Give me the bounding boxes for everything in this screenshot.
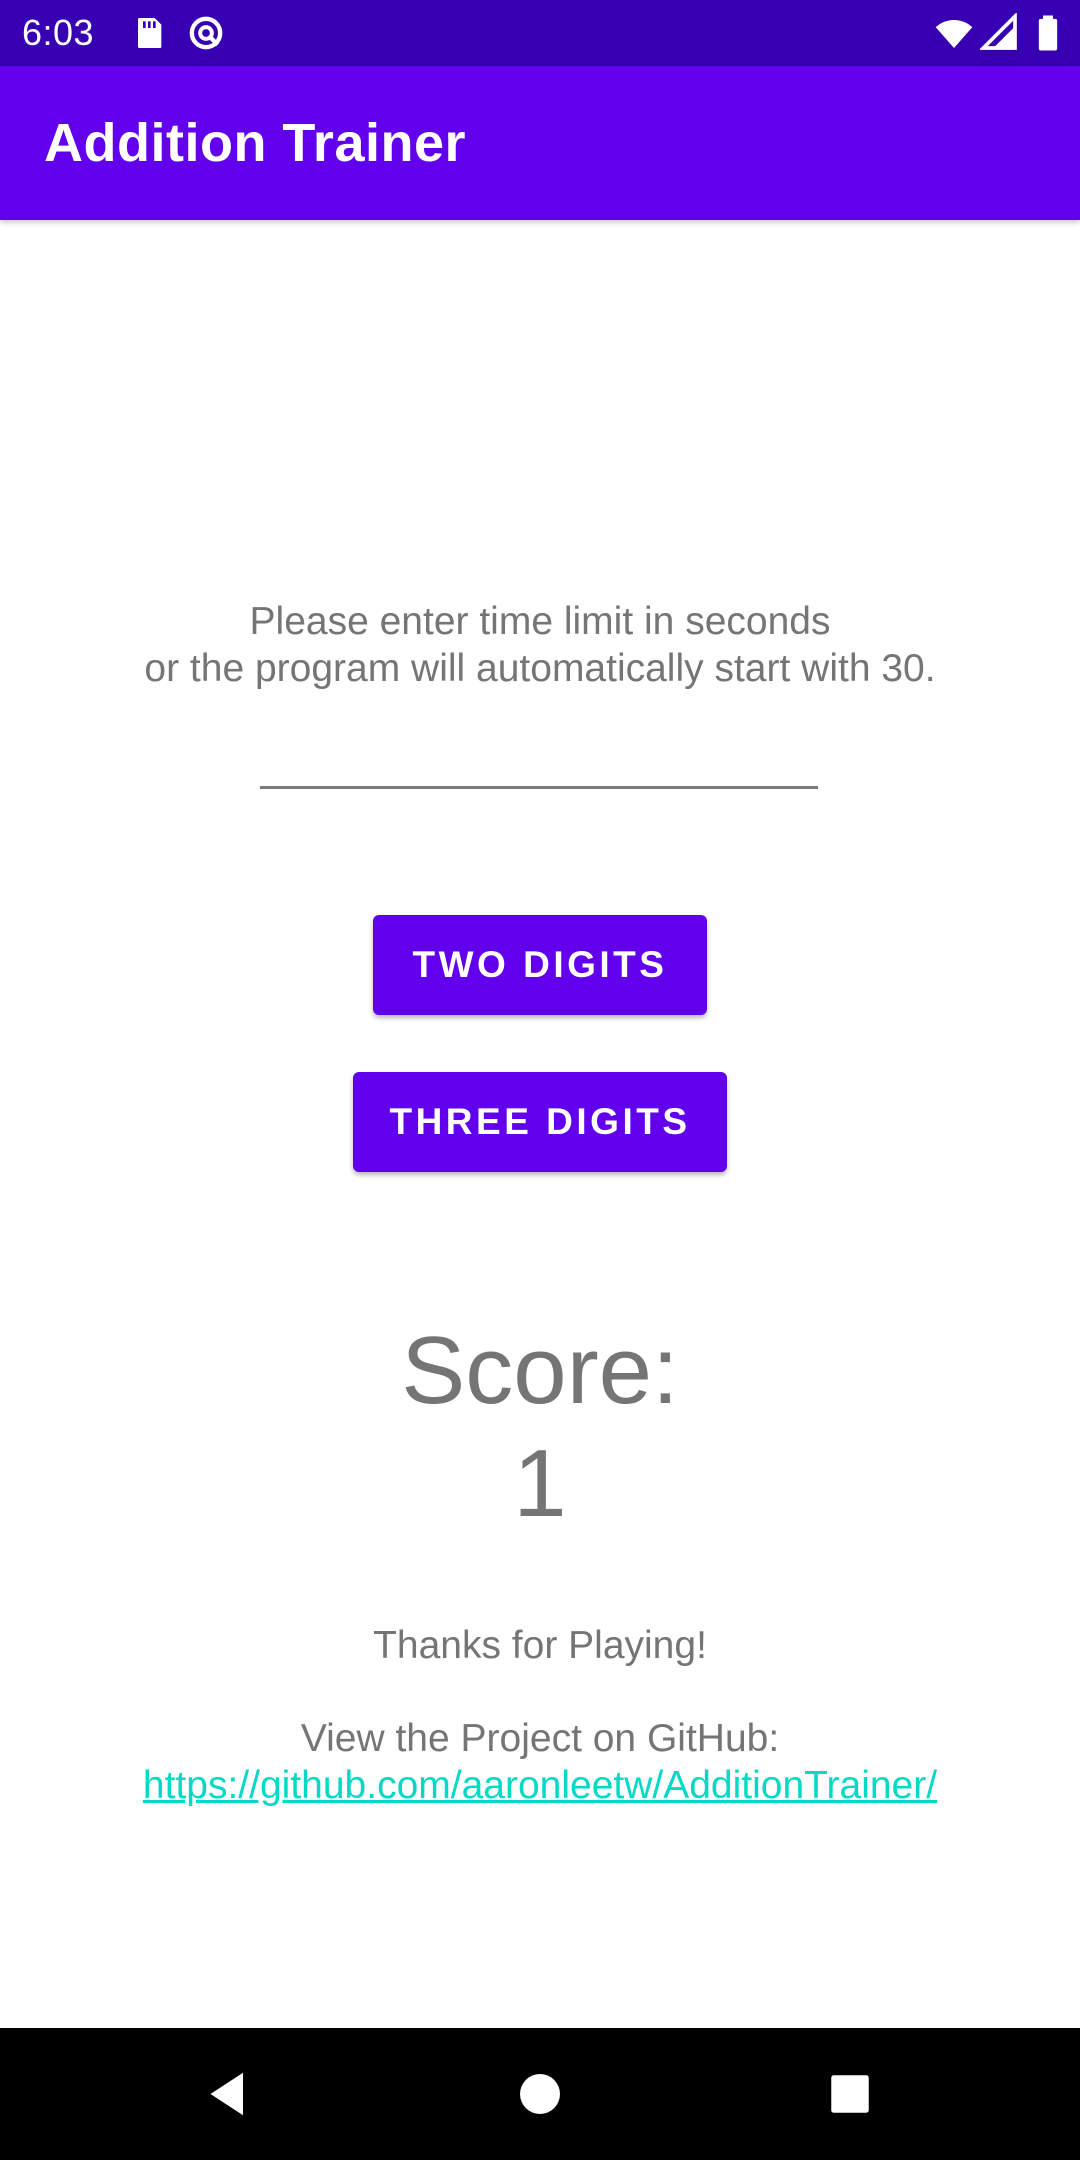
app-bar: Addition Trainer bbox=[0, 66, 1080, 220]
app-title: Addition Trainer bbox=[44, 113, 467, 173]
github-text: View the Project on GitHub: bbox=[300, 1717, 780, 1760]
recents-icon[interactable] bbox=[820, 2064, 880, 2124]
prompt-line-2: or the program will automatically start … bbox=[144, 647, 936, 690]
back-icon[interactable] bbox=[198, 2064, 258, 2124]
score-label: Score: bbox=[401, 1317, 679, 1424]
wifi-icon bbox=[934, 13, 974, 53]
status-bar: 6:03 bbox=[0, 0, 1080, 66]
signal-icon bbox=[978, 11, 1020, 53]
thanks-text: Thanks for Playing! bbox=[373, 1624, 707, 1667]
time-limit-input[interactable] bbox=[260, 720, 818, 789]
app-screen: 6:03 Addition Trainer Please enter time … bbox=[0, 0, 1080, 2160]
prompt-line-1: Please enter time limit in seconds bbox=[249, 600, 831, 643]
battery-icon bbox=[1028, 13, 1068, 53]
navigation-bar bbox=[0, 2028, 1080, 2160]
sd-card-icon bbox=[128, 13, 168, 53]
github-link[interactable]: https://github.com/aaronleetw/AdditionTr… bbox=[0, 1762, 1080, 1809]
time-limit-prompt: Please enter time limit in seconds or th… bbox=[0, 598, 1080, 692]
home-icon[interactable] bbox=[510, 2064, 570, 2124]
three-digits-button[interactable]: THREE DIGITS bbox=[353, 1072, 727, 1172]
two-digits-button[interactable]: TWO DIGITS bbox=[373, 915, 707, 1015]
data-saver-icon bbox=[186, 13, 226, 53]
score-value: 1 bbox=[513, 1430, 567, 1537]
status-time: 6:03 bbox=[22, 12, 95, 53]
